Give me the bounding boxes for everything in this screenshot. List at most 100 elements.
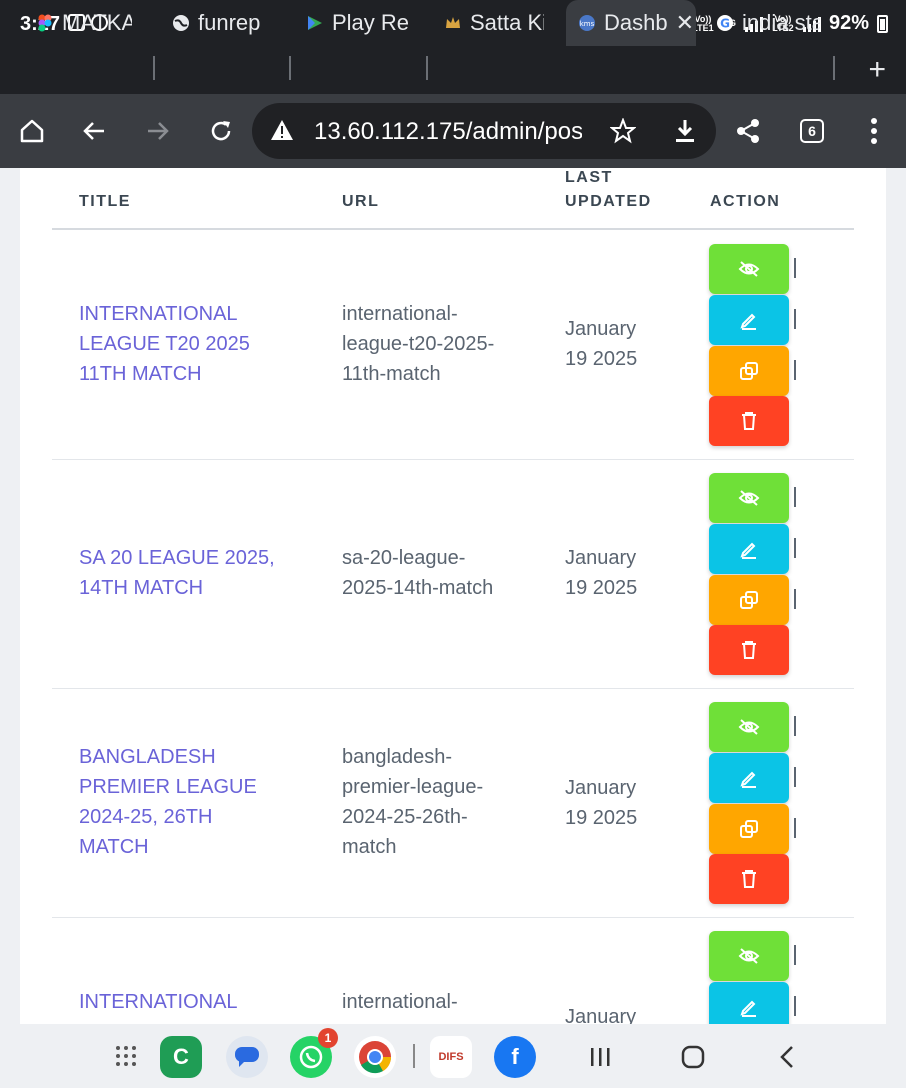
hide-post-button[interactable]: [709, 244, 789, 294]
tab-label: Play Re: [332, 10, 410, 35]
url-text[interactable]: 13.60.112.175/admin/post: [314, 118, 582, 146]
chrome-app-icon[interactable]: [354, 1036, 396, 1078]
phone-app-icon[interactable]: C: [160, 1036, 202, 1078]
home-button-icon[interactable]: [680, 1044, 706, 1070]
pencil-icon: [740, 542, 756, 559]
row-divider: [52, 917, 854, 918]
tab-satta[interactable]: Satta Ki: [444, 0, 544, 46]
action-separator: [794, 309, 796, 329]
hide-post-button[interactable]: [709, 473, 789, 523]
back-arrow-icon[interactable]: [76, 113, 112, 149]
pencil-icon: [740, 1000, 756, 1017]
row-divider: [52, 459, 854, 460]
forward-arrow-icon[interactable]: [140, 113, 176, 149]
duplicate-post-button[interactable]: [709, 346, 789, 396]
recents-icon[interactable]: [588, 1046, 612, 1068]
pencil-icon: [740, 313, 756, 330]
header-title: TITLE: [79, 193, 131, 210]
new-tab-button[interactable]: +: [868, 53, 886, 87]
post-title-link[interactable]: SA 20 LEAGUE 2025, 14TH MATCH: [79, 543, 299, 603]
tab-label: MATKA: [62, 10, 132, 35]
crown-icon: [446, 17, 460, 28]
google-icon: G: [717, 15, 733, 31]
action-separator: [794, 818, 796, 838]
duplicate-post-button[interactable]: [709, 804, 789, 854]
figma-icon: [38, 14, 52, 32]
play-store-icon: [308, 16, 322, 30]
dock-divider: [413, 1044, 415, 1068]
notification-badge: 1: [318, 1028, 338, 1048]
facebook-app-icon[interactable]: f: [494, 1036, 536, 1078]
tab-count: 6: [800, 119, 824, 143]
home-icon[interactable]: [14, 113, 50, 149]
header-divider: [52, 228, 854, 230]
trash-icon: [742, 870, 756, 888]
download-icon[interactable]: [672, 117, 698, 145]
system-nav-bar: C 1 DIFS f: [0, 1024, 906, 1088]
difs-label: DIFS: [438, 1051, 464, 1063]
delete-post-button[interactable]: [709, 396, 789, 446]
edit-post-button[interactable]: [709, 524, 789, 574]
svg-text:kms: kms: [580, 20, 595, 28]
app-drawer-icon[interactable]: [114, 1044, 138, 1068]
header-last: LAST: [565, 169, 613, 186]
edit-post-button[interactable]: [709, 753, 789, 803]
tab-label: funrep: [198, 10, 261, 35]
edit-post-button[interactable]: [709, 982, 789, 1024]
battery-icon: [877, 14, 888, 33]
tab-switcher-button[interactable]: 6: [794, 113, 830, 149]
post-title-link[interactable]: INTERNATIONAL: [79, 987, 299, 1017]
tab-label: india sta: [742, 10, 820, 35]
more-menu-icon[interactable]: [856, 113, 892, 149]
duplicate-post-button[interactable]: [709, 575, 789, 625]
copy-icon: [740, 362, 758, 380]
svg-text:G: G: [720, 17, 730, 31]
action-separator: [794, 258, 796, 278]
post-url: international- league-t20-2025- 11th-mat…: [342, 303, 495, 385]
difs-app-icon[interactable]: DIFS: [430, 1036, 472, 1078]
delete-post-button[interactable]: [709, 854, 789, 904]
action-separator: [794, 996, 796, 1016]
action-separator: [794, 487, 796, 507]
delete-post-button[interactable]: [709, 625, 789, 675]
post-title-link[interactable]: INTERNATIONAL LEAGUE T20 2025 11TH MATCH: [79, 299, 299, 389]
back-button-icon[interactable]: [776, 1044, 798, 1070]
tab-google[interactable]: G india sta: [716, 0, 820, 46]
address-bar[interactable]: 13.60.112.175/admin/post: [252, 103, 716, 159]
battery-percent: 92%: [828, 12, 869, 34]
post-url: sa-20-league- 2025-14th-match: [342, 547, 494, 599]
eye-off-icon: [738, 948, 760, 964]
copy-icon: [740, 820, 758, 838]
action-separator: [794, 538, 796, 558]
globe-icon: [173, 15, 189, 31]
row-divider: [52, 688, 854, 689]
share-icon[interactable]: [730, 113, 766, 149]
tab-play[interactable]: Play Re: [306, 0, 410, 46]
tab-dashboard-active[interactable]: kms Dashb ✕: [566, 0, 696, 46]
close-tab-icon[interactable]: ✕: [676, 10, 694, 36]
messages-app-icon[interactable]: [226, 1036, 268, 1078]
action-separator: [794, 945, 796, 965]
post-url: bangladesh- premier-league- 2024-25-26th…: [342, 746, 484, 858]
warning-icon[interactable]: [270, 119, 294, 141]
bookmark-star-icon[interactable]: [610, 118, 636, 144]
post-date: January 19 2025: [565, 777, 638, 829]
tab-label: Satta Ki: [470, 10, 544, 35]
eye-off-icon: [738, 261, 760, 277]
hide-post-button[interactable]: [709, 931, 789, 981]
post-title-link[interactable]: BANGLADESH PREMIER LEAGUE 2024-25, 26TH …: [79, 742, 299, 862]
whatsapp-app-icon[interactable]: 1: [290, 1028, 338, 1078]
eye-off-icon: [738, 719, 760, 735]
reload-icon[interactable]: [203, 113, 239, 149]
tab-matka[interactable]: MATKA: [36, 0, 132, 46]
post-date: January 19 2025: [565, 318, 638, 370]
browser-toolbar: 13.60.112.175/admin/post 6: [0, 94, 906, 168]
copy-icon: [740, 591, 758, 609]
hide-post-button[interactable]: [709, 702, 789, 752]
tab-funrep[interactable]: funrep: [172, 0, 272, 46]
edit-post-button[interactable]: [709, 295, 789, 345]
tab-separator: [426, 56, 428, 80]
trash-icon: [742, 412, 756, 430]
header-url: URL: [342, 193, 380, 210]
action-separator: [794, 767, 796, 787]
